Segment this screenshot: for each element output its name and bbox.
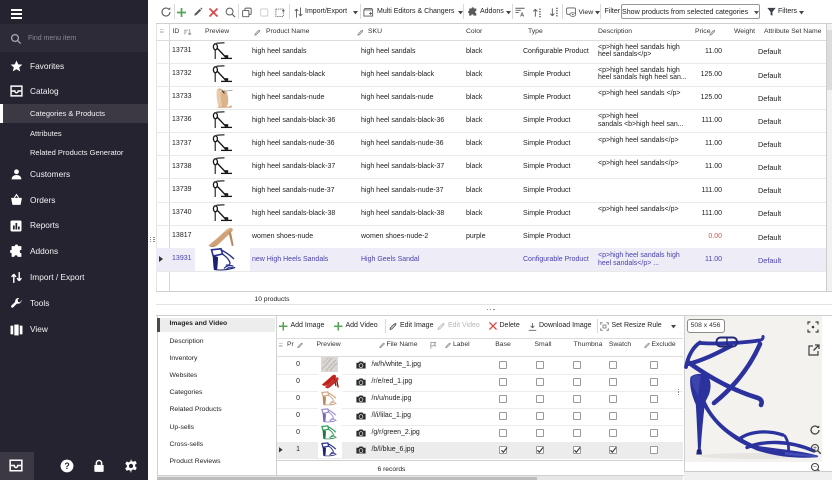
svg-text:+: + <box>813 445 817 452</box>
svg-text:?: ? <box>64 461 69 471</box>
svg-text:A: A <box>520 13 525 19</box>
